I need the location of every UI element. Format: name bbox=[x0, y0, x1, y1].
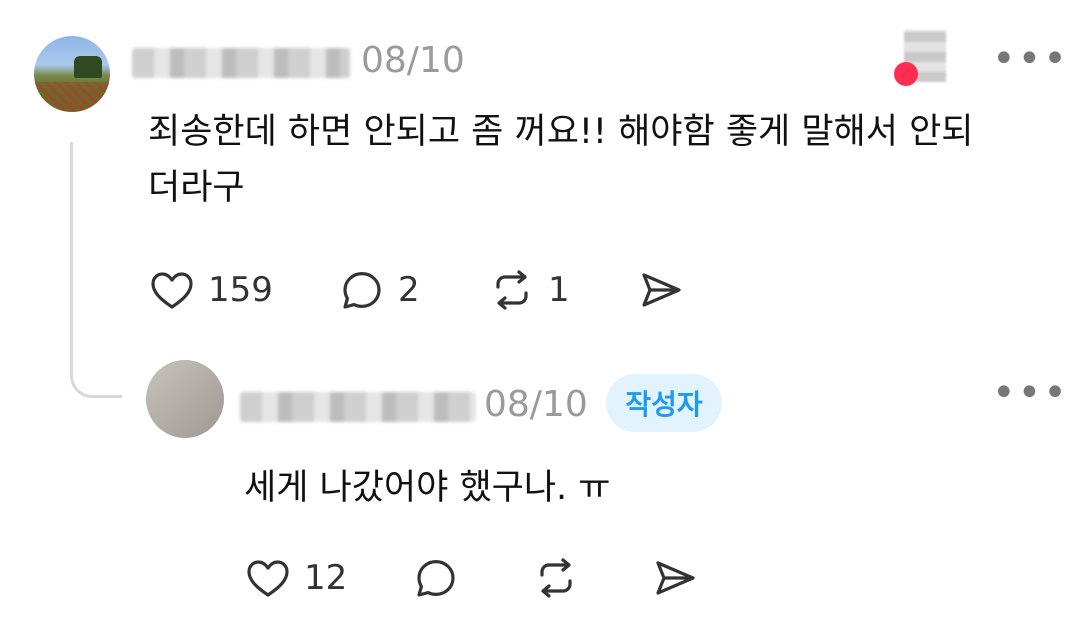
repost-icon bbox=[540, 558, 572, 598]
more-options-icon[interactable]: ••• bbox=[992, 36, 1069, 82]
share-icon bbox=[656, 561, 695, 595]
reply-author-avatar[interactable] bbox=[146, 360, 224, 438]
like-count: 159 bbox=[208, 270, 273, 310]
reply-timestamp: 08/10 bbox=[484, 384, 588, 425]
reply-body: 세게 나갔어야 했구나. ㅠ bbox=[244, 468, 611, 508]
reply-author-username-blurred[interactable] bbox=[240, 392, 476, 422]
heart-badge-icon bbox=[894, 62, 918, 86]
thread-connector-line bbox=[70, 142, 122, 398]
repost-button[interactable]: 1 bbox=[488, 266, 570, 314]
reaction-thumbnail[interactable] bbox=[892, 28, 952, 86]
post-timestamp: 08/10 bbox=[361, 40, 465, 81]
repost-icon bbox=[496, 270, 528, 310]
share-button[interactable] bbox=[636, 266, 686, 314]
heart-icon bbox=[247, 560, 289, 597]
heart-icon bbox=[151, 272, 193, 309]
author-username-blurred[interactable] bbox=[132, 48, 350, 78]
author-badge: 작성자 bbox=[606, 374, 722, 432]
comment-icon bbox=[417, 560, 455, 597]
post-body: 죄송한데 하면 안되고 좀 꺼요!! 해야함 좋게 말해서 안되더라구 bbox=[148, 112, 974, 208]
comment-icon bbox=[343, 272, 381, 309]
like-button[interactable]: 159 bbox=[148, 266, 273, 314]
reply-button[interactable]: 2 bbox=[338, 266, 420, 314]
repost-count: 1 bbox=[548, 270, 570, 310]
reply-like-count: 12 bbox=[304, 558, 348, 598]
reply-repost-button[interactable] bbox=[532, 554, 580, 602]
share-icon bbox=[642, 273, 681, 307]
reply-count: 2 bbox=[398, 270, 420, 310]
author-avatar[interactable] bbox=[34, 36, 110, 112]
reply-like-button[interactable]: 12 bbox=[244, 554, 347, 602]
more-options-icon[interactable]: ••• bbox=[992, 370, 1069, 416]
reply-comment-button[interactable] bbox=[412, 554, 460, 602]
reply-share-button[interactable] bbox=[650, 554, 700, 602]
